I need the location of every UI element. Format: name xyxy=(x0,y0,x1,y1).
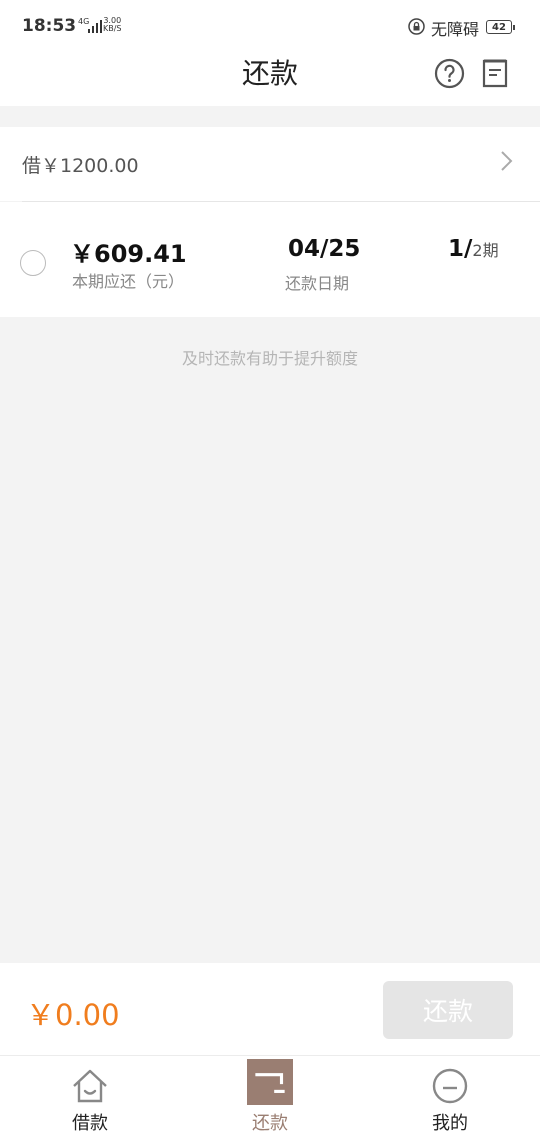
period-total: 2期 xyxy=(472,241,499,260)
header: 还款 xyxy=(0,54,540,106)
bill-list-icon[interactable] xyxy=(481,58,509,89)
repay-date: 04/25 xyxy=(288,236,361,262)
repay-icon xyxy=(247,1059,293,1105)
installment-amount: ￥609.41 xyxy=(70,240,187,268)
status-time: 18:53 xyxy=(22,16,77,36)
battery-indicator: 42 xyxy=(486,20,515,34)
profile-face-icon xyxy=(432,1068,468,1104)
total-amount: ￥0.00 xyxy=(26,998,120,1032)
tab-label: 借款 xyxy=(72,1113,108,1134)
question-circle-icon[interactable] xyxy=(434,58,465,89)
period-current: 1/ xyxy=(448,236,473,262)
repay-date-label: 还款日期 xyxy=(285,274,350,293)
loan-amount-label: 借￥1200.00 xyxy=(22,155,139,177)
installment-amount-label: 本期应还（元） xyxy=(72,272,185,291)
rotation-lock-icon xyxy=(408,18,425,35)
tab-borrow[interactable]: 借款 xyxy=(0,1056,180,1141)
pay-bar: ￥0.00 还款 xyxy=(0,963,540,1055)
credit-hint-text: 及时还款有助于提升额度 xyxy=(181,349,358,368)
network-speed: 3.00 KB/S xyxy=(103,17,122,33)
accessibility-indicator: 无障碍 xyxy=(431,20,480,39)
tab-label: 我的 xyxy=(432,1113,468,1134)
bottom-tab-bar: 借款 还款 我的 xyxy=(0,1055,540,1141)
loan-summary-row[interactable]: 借￥1200.00 xyxy=(0,127,540,201)
tab-repay[interactable]: 还款 xyxy=(180,1056,360,1141)
status-bar: 18:53 4G 3.00 KB/S 无障碍 42 xyxy=(0,0,540,54)
home-icon xyxy=(73,1069,107,1103)
tab-mine[interactable]: 我的 xyxy=(360,1056,540,1141)
chevron-right-icon xyxy=(501,151,513,171)
installment-period: 1/2期 xyxy=(448,236,499,262)
tab-label: 还款 xyxy=(252,1113,288,1134)
installment-select-radio[interactable] xyxy=(20,250,46,276)
speed-unit: KB/S xyxy=(103,24,122,33)
repay-button[interactable]: 还款 xyxy=(383,981,513,1039)
signal-icon xyxy=(88,20,102,33)
installment-row[interactable]: ￥609.41 本期应还（元） 04/25 还款日期 1/2期 xyxy=(0,202,540,317)
